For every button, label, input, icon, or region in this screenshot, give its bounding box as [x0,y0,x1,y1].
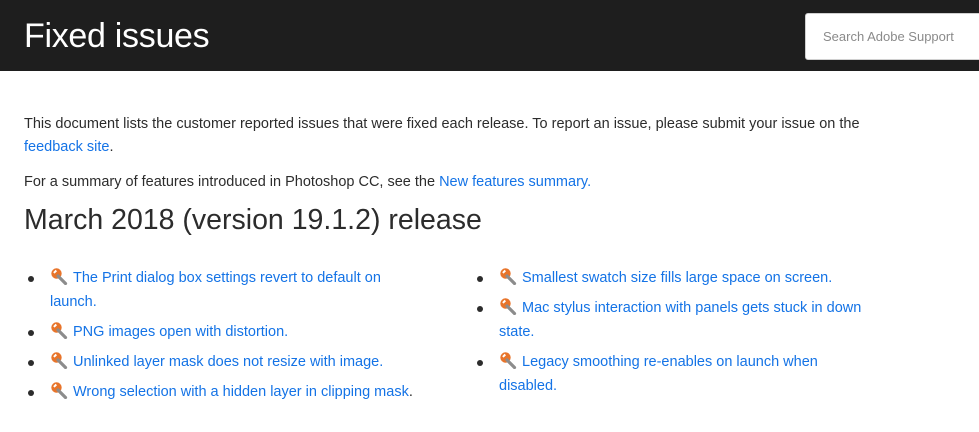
wrench-icon [50,321,68,340]
site-header: Fixed issues [0,0,979,71]
issue-link[interactable]: The Print dialog box settings revert to … [50,270,381,310]
feedback-site-link[interactable]: feedback site [24,139,109,155]
release-heading: March 2018 (version 19.1.2) release [24,204,482,236]
wrench-icon [50,267,68,286]
issue-list-right: Smallest swatch size fills large space o… [477,266,877,404]
issue-item: Mac stylus interaction with panels gets … [477,296,877,344]
intro-text: This document lists the customer reporte… [24,116,860,132]
bullet-dot [477,306,483,312]
issue-trailing-punctuation: . [408,384,413,400]
issue-item: PNG images open with distortion. [28,320,428,344]
wrench-icon [499,297,517,316]
bullet-dot [477,276,483,282]
bullet-dot [477,360,483,366]
issue-item: Unlinked layer mask does not resize with… [28,350,428,374]
issue-item: Wrong selection with a hidden layer in c… [28,380,428,404]
search-input[interactable] [806,14,979,59]
issue-link[interactable]: Legacy smoothing re-enables on launch wh… [499,354,818,394]
new-features-summary-link[interactable]: New features summary. [439,174,591,190]
wrench-icon [50,351,68,370]
bullet-dot [28,390,34,396]
issue-item: The Print dialog box settings revert to … [28,266,428,314]
issue-item: Legacy smoothing re-enables on launch wh… [477,350,877,398]
wrench-icon [499,267,517,286]
issue-link[interactable]: PNG images open with distortion. [73,324,288,340]
bullet-dot [28,360,34,366]
issue-link[interactable]: Smallest swatch size fills large space o… [522,270,832,286]
bullet-dot [28,330,34,336]
intro-text-end: . [109,139,114,155]
issue-link[interactable]: Mac stylus interaction with panels gets … [499,300,861,340]
issue-link[interactable]: Unlinked layer mask does not resize with… [73,354,383,370]
page-title: Fixed issues [24,17,210,55]
search-box[interactable] [805,13,979,60]
intro-paragraph: This document lists the customer reporte… [24,113,864,159]
issue-link[interactable]: Wrong selection with a hidden layer in c… [73,384,409,400]
summary-text: For a summary of features introduced in … [24,174,440,190]
bullet-dot [28,276,34,282]
issue-list-left: The Print dialog box settings revert to … [28,266,428,410]
issue-item: Smallest swatch size fills large space o… [477,266,877,290]
summary-paragraph: For a summary of features introduced in … [24,171,864,194]
wrench-icon [50,381,68,400]
wrench-icon [499,351,517,370]
